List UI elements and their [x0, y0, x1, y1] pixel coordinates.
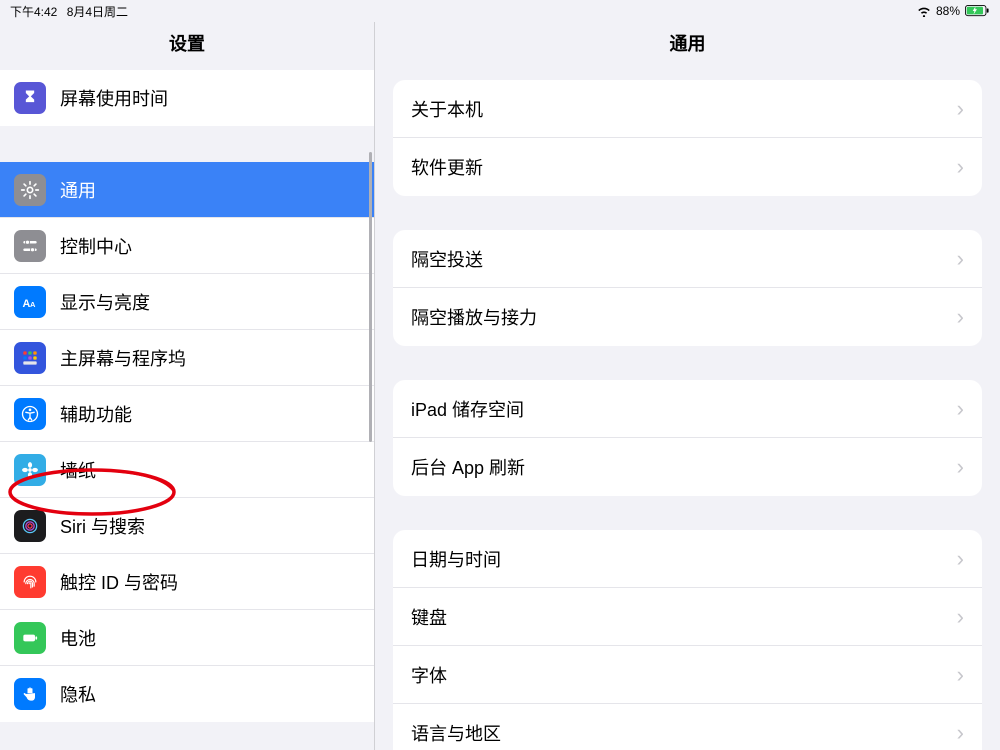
sidebar-item-wallpaper[interactable]: 墙纸	[0, 442, 374, 498]
sliders-icon	[14, 230, 46, 262]
detail-item-label: 字体	[411, 662, 447, 688]
detail-item-label: 关于本机	[411, 96, 483, 122]
chevron-right-icon: ›	[957, 304, 964, 330]
main-split: 设置 屏幕使用时间 通用	[0, 22, 1000, 750]
detail-item-label: 键盘	[411, 604, 447, 630]
sidebar-item-general[interactable]: 通用	[0, 162, 374, 218]
sidebar-group-1: 通用 控制中心 AA 显示与亮度	[0, 162, 374, 722]
chevron-right-icon: ›	[957, 604, 964, 630]
sidebar-item-display[interactable]: AA 显示与亮度	[0, 274, 374, 330]
detail-item-date-time[interactable]: 日期与时间 ›	[393, 530, 982, 588]
status-time: 下午4:42	[10, 5, 57, 19]
detail-item-language-region[interactable]: 语言与地区 ›	[393, 704, 982, 750]
hourglass-icon	[14, 82, 46, 114]
detail-item-software-update[interactable]: 软件更新 ›	[393, 138, 982, 196]
detail-item-label: 后台 App 刷新	[411, 454, 525, 480]
chevron-right-icon: ›	[957, 454, 964, 480]
detail-group-3: 日期与时间 › 键盘 › 字体 › 语言与地区 ›	[393, 530, 982, 750]
chevron-right-icon: ›	[957, 154, 964, 180]
sidebar-item-label: 屏幕使用时间	[60, 85, 168, 111]
detail-item-about[interactable]: 关于本机 ›	[393, 80, 982, 138]
sidebar-item-label: 墙纸	[60, 457, 96, 483]
detail-item-label: 语言与地区	[411, 720, 501, 746]
sidebar-item-siri[interactable]: Siri 与搜索	[0, 498, 374, 554]
sidebar-group-0: 屏幕使用时间	[0, 70, 374, 126]
sidebar-item-label: 辅助功能	[60, 401, 132, 427]
sidebar-separator	[0, 126, 374, 162]
detail-item-label: 软件更新	[411, 154, 483, 180]
status-bar-right: 88%	[916, 4, 990, 18]
sidebar-item-touch-id[interactable]: 触控 ID 与密码	[0, 554, 374, 610]
detail-pane: 通用 关于本机 › 软件更新 › 隔空投送 ›	[375, 22, 1000, 750]
detail-item-airplay[interactable]: 隔空播放与接力 ›	[393, 288, 982, 346]
sidebar-item-label: 隐私	[60, 681, 96, 707]
chevron-right-icon: ›	[957, 546, 964, 572]
detail-item-label: 隔空投送	[411, 246, 483, 272]
battery-app-icon	[14, 622, 46, 654]
gear-icon	[14, 174, 46, 206]
detail-group-0: 关于本机 › 软件更新 ›	[393, 80, 982, 196]
sidebar-item-label: 控制中心	[60, 233, 132, 259]
sidebar-item-label: 通用	[60, 177, 96, 203]
detail-item-ipad-storage[interactable]: iPad 储存空间 ›	[393, 380, 982, 438]
chevron-right-icon: ›	[957, 396, 964, 422]
detail-item-keyboard[interactable]: 键盘 ›	[393, 588, 982, 646]
grid-icon	[14, 342, 46, 374]
app-root: 下午4:42 8月4日周二 88% 设置 屏	[0, 0, 1000, 750]
detail-item-airdrop[interactable]: 隔空投送 ›	[393, 230, 982, 288]
svg-text:A: A	[30, 300, 36, 309]
chevron-right-icon: ›	[957, 720, 964, 746]
status-date: 8月4日周二	[67, 5, 128, 19]
sidebar-title: 设置	[0, 22, 374, 70]
wifi-icon	[916, 5, 932, 17]
sidebar-item-label: 显示与亮度	[60, 289, 150, 315]
sidebar-item-label: Siri 与搜索	[60, 513, 145, 539]
sidebar-item-label: 电池	[60, 625, 96, 651]
detail-title: 通用	[375, 22, 1000, 70]
detail-item-label: 隔空播放与接力	[411, 304, 537, 330]
sidebar-item-home-screen[interactable]: 主屏幕与程序坞	[0, 330, 374, 386]
scroll-indicator[interactable]	[369, 152, 372, 442]
sidebar-scroll[interactable]: 屏幕使用时间 通用 控制中心	[0, 70, 374, 750]
battery-icon	[964, 5, 990, 17]
text-size-icon: AA	[14, 286, 46, 318]
detail-scroll[interactable]: 关于本机 › 软件更新 › 隔空投送 › 隔空播放与接力 ›	[375, 70, 1000, 750]
sidebar-item-label: 主屏幕与程序坞	[60, 345, 186, 371]
chevron-right-icon: ›	[957, 246, 964, 272]
flower-icon	[14, 454, 46, 486]
detail-item-fonts[interactable]: 字体 ›	[393, 646, 982, 704]
sidebar: 设置 屏幕使用时间 通用	[0, 22, 375, 750]
sidebar-item-privacy[interactable]: 隐私	[0, 666, 374, 722]
detail-item-label: iPad 储存空间	[411, 396, 524, 422]
detail-group-1: 隔空投送 › 隔空播放与接力 ›	[393, 230, 982, 346]
siri-icon	[14, 510, 46, 542]
sidebar-item-label: 触控 ID 与密码	[60, 569, 178, 595]
status-bar: 下午4:42 8月4日周二 88%	[0, 0, 1000, 22]
status-battery-pct: 88%	[936, 4, 960, 18]
sidebar-item-battery[interactable]: 电池	[0, 610, 374, 666]
chevron-right-icon: ›	[957, 662, 964, 688]
fingerprint-icon	[14, 566, 46, 598]
chevron-right-icon: ›	[957, 96, 964, 122]
sidebar-item-control-center[interactable]: 控制中心	[0, 218, 374, 274]
detail-group-2: iPad 储存空间 › 后台 App 刷新 ›	[393, 380, 982, 496]
status-bar-left: 下午4:42 8月4日周二	[10, 3, 134, 20]
sidebar-item-accessibility[interactable]: 辅助功能	[0, 386, 374, 442]
hand-icon	[14, 678, 46, 710]
sidebar-item-screen-time[interactable]: 屏幕使用时间	[0, 70, 374, 126]
accessibility-icon	[14, 398, 46, 430]
detail-item-label: 日期与时间	[411, 546, 501, 572]
detail-item-background-refresh[interactable]: 后台 App 刷新 ›	[393, 438, 982, 496]
